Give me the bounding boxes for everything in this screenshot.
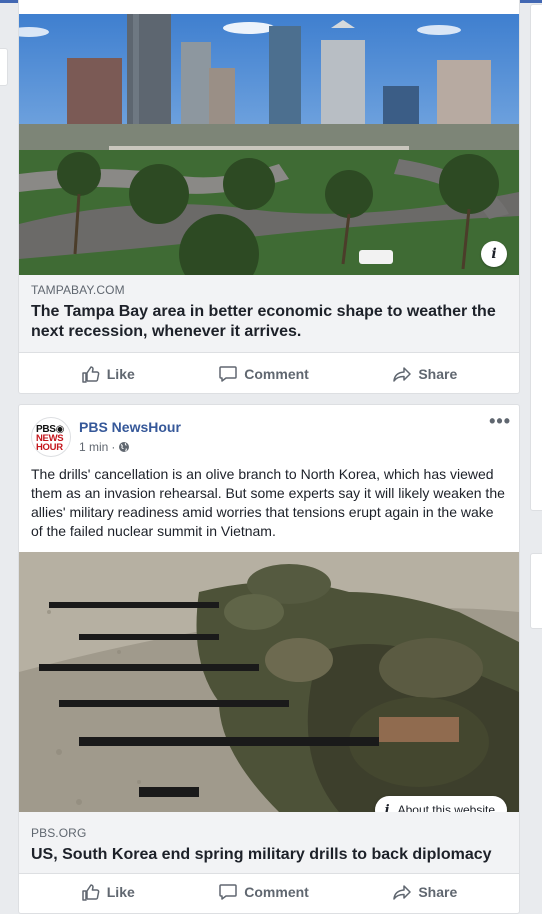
about-this-website-label: About this website (397, 803, 495, 812)
right-sidebar-panel (530, 4, 542, 511)
comment-button[interactable]: Comment (218, 882, 309, 902)
comment-label: Comment (244, 884, 309, 900)
feed-post-tampabay: i TAMPABAY.COM The Tampa Bay area in bet… (18, 0, 520, 394)
link-preview-details[interactable]: PBS.ORG US, South Korea end spring milit… (19, 812, 519, 874)
thumbs-up-icon (82, 884, 100, 901)
like-button[interactable]: Like (81, 882, 135, 902)
tampa-skyline-image (19, 14, 519, 275)
link-preview-details[interactable]: TAMPABAY.COM The Tampa Bay area in bette… (19, 275, 519, 353)
link-headline[interactable]: US, South Korea end spring military dril… (31, 845, 507, 865)
left-panel-edge (0, 48, 8, 86)
info-icon: i (384, 802, 390, 813)
globe-icon (119, 442, 130, 452)
meta-separator: · (111, 440, 116, 454)
link-preview-image[interactable]: i About this website (19, 552, 519, 812)
comment-label: Comment (244, 366, 309, 382)
page-name-link[interactable]: PBS NewsHour (79, 419, 181, 435)
link-domain: TAMPABAY.COM (31, 283, 125, 297)
feed-post-pbs: PBS◉ NEWS HOUR PBS NewsHour 1 min · ••• … (18, 404, 520, 914)
post-actions: Like Comment Share (19, 872, 519, 912)
like-button[interactable]: Like (81, 364, 135, 384)
post-meta: 1 min · (79, 440, 130, 454)
share-icon (393, 367, 412, 382)
info-icon[interactable]: i (481, 241, 507, 267)
link-headline[interactable]: The Tampa Bay area in better economic sh… (31, 302, 507, 342)
comment-icon (219, 366, 238, 382)
like-label: Like (106, 884, 135, 900)
share-icon (393, 885, 412, 900)
link-preview-image[interactable]: i (19, 14, 519, 275)
link-domain: PBS.ORG (31, 826, 87, 840)
about-this-website-button[interactable]: i About this website (374, 796, 507, 813)
share-label: Share (418, 366, 458, 382)
post-header: PBS◉ NEWS HOUR PBS NewsHour 1 min · ••• (31, 411, 510, 457)
post-actions: Like Comment Share (19, 354, 519, 393)
share-button[interactable]: Share (392, 882, 457, 902)
like-label: Like (106, 366, 135, 382)
post-body-text: The drills' cancellation is an olive bra… (31, 466, 505, 539)
avatar[interactable]: PBS◉ NEWS HOUR (31, 417, 71, 457)
more-options-icon[interactable]: ••• (489, 411, 511, 432)
share-button[interactable]: Share (392, 364, 457, 384)
right-sidebar-panel-2 (530, 553, 542, 629)
comment-icon (219, 884, 238, 900)
avatar-line-3: HOUR (36, 442, 63, 453)
share-label: Share (418, 884, 458, 900)
thumbs-up-icon (82, 366, 100, 383)
marines-drill-image (19, 552, 519, 812)
post-timestamp[interactable]: 1 min (79, 440, 108, 454)
comment-button[interactable]: Comment (218, 364, 309, 384)
